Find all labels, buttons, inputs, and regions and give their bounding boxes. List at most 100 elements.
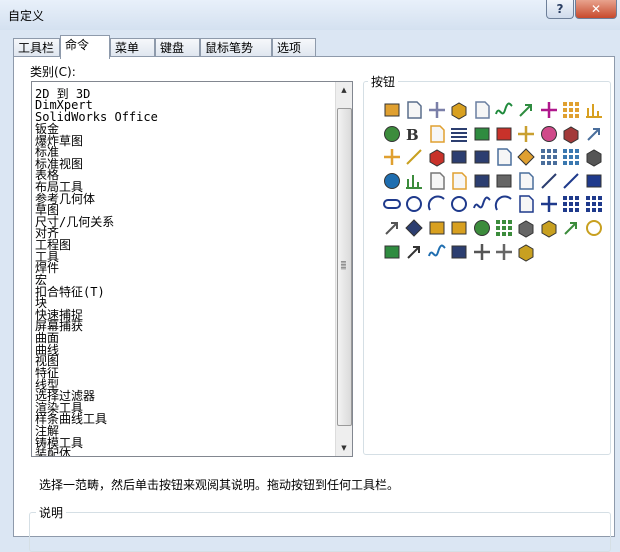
tag-icon[interactable] (403, 217, 425, 239)
copy-icon[interactable] (493, 146, 515, 168)
tab-label: 选项 (277, 41, 302, 55)
svg-text:B: B (406, 126, 419, 144)
save-icon[interactable] (471, 146, 493, 168)
description-label: 说明 (36, 504, 67, 521)
layer-icon[interactable] (426, 217, 448, 239)
crosshair-icon[interactable] (538, 99, 560, 121)
offset-icon[interactable] (515, 193, 537, 215)
tab-keyboard[interactable]: 键盘 (155, 38, 200, 58)
magnet-icon[interactable] (493, 241, 515, 263)
spline-icon[interactable] (493, 99, 515, 121)
edit-tag-icon[interactable] (515, 146, 537, 168)
feature-icon[interactable] (448, 217, 470, 239)
shell-icon[interactable] (515, 217, 537, 239)
box-view-icon[interactable] (583, 146, 605, 168)
earth-icon[interactable] (381, 170, 403, 192)
scroll-thumb[interactable]: ═ ═ ═ (337, 108, 352, 426)
close-icon: ✕ (590, 2, 602, 16)
display-icon[interactable] (448, 241, 470, 263)
bold-text-icon[interactable]: B (403, 123, 425, 145)
linear-pattern-icon[interactable] (493, 217, 515, 239)
cube-red-icon[interactable] (426, 146, 448, 168)
printer-icon[interactable] (560, 123, 582, 145)
table-icon[interactable] (538, 146, 560, 168)
extrude-icon[interactable] (471, 217, 493, 239)
section-view-icon[interactable] (493, 123, 515, 145)
hole-table-icon[interactable] (560, 146, 582, 168)
smart-tool-icon[interactable] (515, 123, 537, 145)
help-button[interactable]: ? (546, 0, 574, 19)
line-icon[interactable] (560, 170, 582, 192)
library-icon[interactable] (448, 146, 470, 168)
categories-label: 类别(C): (30, 65, 76, 79)
material-icon[interactable] (448, 99, 470, 121)
rectangle-icon[interactable] (583, 170, 605, 192)
reverse-icon[interactable] (403, 241, 425, 263)
circle-icon[interactable] (403, 193, 425, 215)
help-icon: ? (556, 2, 564, 16)
fillet-icon[interactable] (493, 193, 515, 215)
title-bar: 自定义 ? ✕ (0, 0, 620, 30)
open-folder-icon[interactable] (448, 170, 470, 192)
tab-menus[interactable]: 菜单 (110, 38, 155, 58)
close-button[interactable]: ✕ (575, 0, 617, 19)
buttons-group: 按钮 B (363, 73, 611, 455)
weldment-icon[interactable] (381, 241, 403, 263)
model-icon[interactable] (471, 123, 493, 145)
print-icon[interactable] (493, 170, 515, 192)
tab-label: 键盘 (160, 41, 185, 55)
categories-list[interactable]: 2D 到 3D DimXpert SolidWorks Office 钣金 爆炸草图 标准… (31, 81, 353, 457)
folder-icon[interactable] (426, 123, 448, 145)
tab-label: 工具栏 (18, 41, 55, 55)
pattern-icon[interactable] (583, 193, 605, 215)
tool-icon[interactable] (471, 241, 493, 263)
trim-icon[interactable] (538, 193, 560, 215)
edit-sketch-icon[interactable] (538, 170, 560, 192)
description-group: 说明 (29, 504, 611, 552)
tab-options[interactable]: 选项 (272, 38, 316, 58)
sketch-block-icon[interactable] (381, 99, 403, 121)
percent-icon[interactable] (403, 146, 425, 168)
list-scrollbar[interactable]: ▲ ═ ═ ═ ▼ (335, 82, 352, 456)
ellipse-icon[interactable] (448, 193, 470, 215)
note-balloon-icon[interactable] (403, 99, 425, 121)
grid-display-icon[interactable] (560, 99, 582, 121)
sheet-icon[interactable] (515, 170, 537, 192)
color-wheel-icon[interactable] (538, 123, 560, 145)
floppy-icon[interactable] (471, 170, 493, 192)
explode-icon[interactable] (560, 217, 582, 239)
commands-panel: 类别(C): 2D 到 3D DimXpert SolidWorks Office 钣… (13, 56, 615, 552)
mate-icon[interactable] (515, 99, 537, 121)
tab-mouse-gestures[interactable]: 鼠标笔势 (200, 38, 272, 58)
spline-curve-icon[interactable] (471, 193, 493, 215)
globe-display-icon[interactable] (381, 123, 403, 145)
move-component-icon[interactable] (381, 146, 403, 168)
tab-label: 菜单 (115, 41, 140, 55)
instruction-text: 选择一范畴，然后单击按钮来观阅其说明。拖动按钮到任何工具栏。 (39, 478, 400, 492)
scroll-down-icon[interactable]: ▼ (336, 444, 352, 452)
chart-icon[interactable] (403, 170, 425, 192)
dimension-icon[interactable] (583, 99, 605, 121)
category-item[interactable]: 装配体 (35, 448, 71, 456)
arc-icon[interactable] (426, 193, 448, 215)
tab-label: 鼠标笔势 (205, 41, 254, 55)
point-icon[interactable] (560, 193, 582, 215)
text-annotation-icon[interactable] (426, 99, 448, 121)
measure-icon[interactable] (471, 99, 493, 121)
new-doc-icon[interactable] (426, 170, 448, 192)
assembly-icon[interactable] (538, 217, 560, 239)
list-icon[interactable] (448, 123, 470, 145)
zigzag-icon[interactable] (426, 241, 448, 263)
grip-icon: ═ ═ ═ (341, 258, 346, 273)
mirror-icon[interactable] (381, 217, 403, 239)
window-title: 自定义 (8, 9, 45, 23)
tab-commands[interactable]: 命令 (60, 35, 110, 59)
tab-label: 命令 (65, 38, 90, 52)
slot-icon[interactable] (381, 193, 403, 215)
scroll-up-icon[interactable]: ▲ (336, 86, 352, 94)
select-arrow-icon[interactable] (583, 123, 605, 145)
buttons-label: 按钮 (368, 73, 399, 90)
tab-toolbars[interactable]: 工具栏 (13, 38, 60, 58)
mold-icon[interactable] (515, 241, 537, 263)
rotate-icon[interactable] (583, 217, 605, 239)
